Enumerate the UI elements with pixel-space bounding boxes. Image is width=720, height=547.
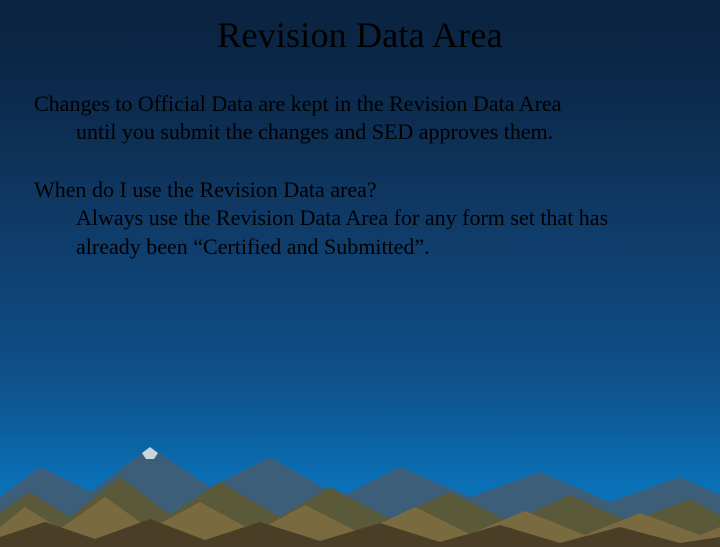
para2-question: When do I use the Revision Data area? xyxy=(34,177,377,202)
slide-content: Changes to Official Data are kept in the… xyxy=(34,90,686,291)
para1-line2: until you submit the changes and SED app… xyxy=(34,118,686,146)
paragraph-2: When do I use the Revision Data area? Al… xyxy=(34,176,686,260)
slide-title: Revision Data Area xyxy=(0,14,720,56)
para1-line1: Changes to Official Data are kept in the… xyxy=(34,91,561,116)
mountain-illustration xyxy=(0,387,720,547)
slide: Revision Data Area Changes to Official D… xyxy=(0,0,720,547)
paragraph-1: Changes to Official Data are kept in the… xyxy=(34,90,686,146)
para2-line1: Always use the Revision Data Area for an… xyxy=(34,204,686,260)
